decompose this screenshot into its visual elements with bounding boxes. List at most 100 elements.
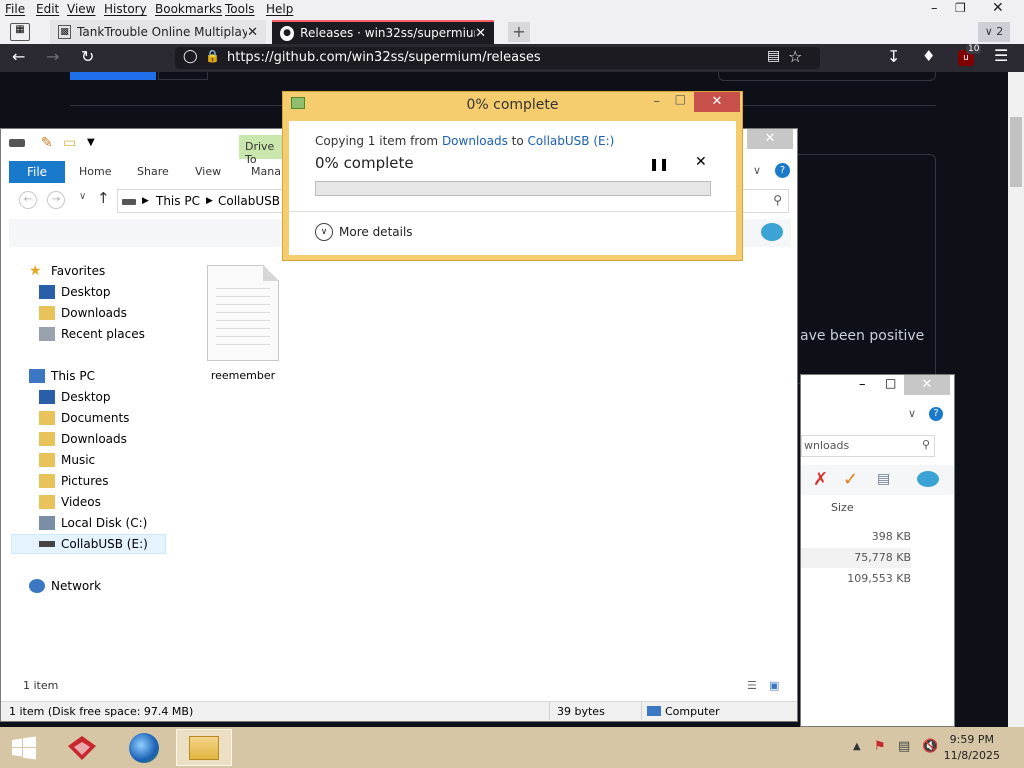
menu-bookmarks[interactable]: Bookmarks (155, 2, 222, 16)
minimize-icon[interactable]: – (654, 94, 661, 109)
close-button[interactable]: ✕ (694, 92, 740, 112)
nav-collabusb[interactable]: CollabUSB (E:) (11, 534, 166, 554)
nav-this-pc[interactable]: This PC (29, 366, 189, 386)
more-details-button[interactable]: ∨ More details (315, 223, 413, 241)
new-folder-icon[interactable]: ▭ (63, 135, 76, 151)
chevron-down-icon[interactable]: ∨ (908, 407, 916, 420)
shell-icon[interactable] (917, 471, 939, 487)
nav-music[interactable]: Music (39, 450, 199, 470)
properties-icon[interactable]: ✎ (41, 135, 53, 151)
list-item[interactable]: 398 KB (801, 527, 911, 547)
taskbar-file-explorer[interactable] (176, 729, 232, 766)
menu-history[interactable]: History (104, 2, 147, 16)
nav-downloads-pc[interactable]: Downloads (39, 429, 199, 449)
breadcrumb-collabusb[interactable]: CollabUSB ( (218, 194, 289, 208)
chevron-down-icon[interactable]: ∨ (753, 164, 761, 177)
help-icon[interactable]: ? (929, 407, 943, 421)
menu-help[interactable]: Help (266, 2, 293, 16)
nav-desktop[interactable]: Desktop (39, 282, 199, 302)
cancel-icon[interactable]: ✕ (695, 154, 707, 170)
app-menu-icon[interactable]: ☰ (994, 46, 1008, 65)
menu-file[interactable]: File (5, 2, 25, 16)
scrollbar-thumb[interactable] (1010, 117, 1022, 187)
quick-access-dropdown-icon[interactable]: ▼ (87, 137, 95, 148)
url-text[interactable]: https://github.com/win32ss/supermium/rel… (227, 50, 541, 65)
tab-share[interactable]: Share (137, 165, 169, 178)
nav-local-disk[interactable]: Local Disk (C:) (39, 513, 199, 533)
nav-desktop-pc[interactable]: Desktop (39, 387, 199, 407)
nav-network[interactable]: Network (29, 576, 189, 596)
tab-file[interactable]: File (9, 161, 65, 183)
lock-icon[interactable]: 🔒 (205, 49, 220, 63)
maximize-icon[interactable]: □ (885, 376, 896, 390)
checkmark-icon[interactable]: ✓ (843, 469, 858, 490)
help-icon[interactable]: ? (775, 163, 790, 178)
clock[interactable]: 9:59 PM 11/8/2025 (944, 732, 1000, 764)
large-icons-view-icon[interactable]: ▣ (769, 679, 779, 692)
list-item[interactable]: 109,553 KB (801, 569, 911, 589)
tracking-protection-icon[interactable]: ◯ (183, 49, 198, 64)
back-icon[interactable]: ← (19, 191, 37, 209)
show-hidden-icons-icon[interactable]: ▲ (853, 741, 861, 752)
extensions-icon[interactable]: ♦ (922, 47, 935, 65)
nav-documents[interactable]: Documents (39, 408, 199, 428)
window-close-icon[interactable]: ✕ (992, 0, 1004, 16)
new-tab-icon[interactable]: + (508, 22, 530, 42)
restore-icon[interactable]: ❐ (955, 1, 966, 15)
reload-icon[interactable]: ↻ (81, 47, 94, 66)
page-button-fragment[interactable] (158, 72, 208, 80)
up-arrow-icon[interactable]: ↑ (97, 189, 110, 207)
tab-close-icon[interactable]: ✕ (475, 26, 486, 41)
nav-recent-places[interactable]: Recent places (39, 324, 199, 344)
delete-icon[interactable]: ✗ (813, 469, 828, 490)
page-scrollbar[interactable] (1008, 72, 1024, 727)
reader-view-icon[interactable]: ▤ (767, 48, 780, 64)
tab-home[interactable]: Home (79, 165, 111, 178)
nav-pictures[interactable]: Pictures (39, 471, 199, 491)
minimize-icon[interactable]: – (859, 377, 866, 392)
start-button[interactable] (0, 729, 48, 766)
forward-icon[interactable]: → (47, 191, 65, 209)
tab-view[interactable]: View (195, 165, 221, 178)
page-button-fragment[interactable] (70, 72, 156, 80)
downloads-icon[interactable]: ↧ (887, 47, 900, 66)
volume-muted-icon[interactable]: 🔇 (922, 739, 938, 754)
menu-tools[interactable]: Tools (225, 2, 255, 16)
file-item[interactable]: reemember (197, 265, 289, 389)
taskbar-tanktrouble[interactable] (54, 729, 110, 766)
details-view-icon[interactable]: ☰ (747, 679, 757, 692)
tab-close-icon[interactable]: ✕ (247, 25, 258, 40)
close-button[interactable]: ✕ (747, 129, 793, 149)
menu-view[interactable]: View (67, 2, 95, 16)
bookmark-star-icon[interactable]: ☆ (788, 47, 802, 66)
tab-supermium-releases[interactable]: ● Releases · win32ss/supermium ✕ (272, 20, 494, 44)
tab-manage[interactable]: Mana (251, 165, 281, 178)
network-status-icon[interactable]: ▤ (898, 739, 910, 754)
search-icon[interactable]: ⚲ (922, 438, 930, 451)
taskbar-browser[interactable] (116, 729, 172, 766)
tab-tanktrouble[interactable]: ▩ TankTrouble Online Multiplayer ✕ (50, 20, 266, 44)
close-button[interactable]: ✕ (904, 375, 950, 395)
breadcrumb-this-pc[interactable]: This PC (156, 194, 200, 208)
minimize-icon[interactable]: – (931, 1, 938, 16)
list-all-tabs-button[interactable]: ∨ 2 (978, 22, 1010, 42)
list-item[interactable]: 75,778 KB (801, 548, 911, 568)
column-header-size[interactable]: Size (831, 501, 854, 514)
nav-videos[interactable]: Videos (39, 492, 199, 512)
properties-icon[interactable]: ▤ (877, 471, 890, 487)
pause-icon[interactable]: ❚❚ (649, 157, 669, 171)
forward-icon[interactable]: → (46, 47, 59, 66)
firefox-view-icon[interactable]: ▦ (10, 23, 30, 41)
back-icon[interactable]: ← (12, 47, 25, 66)
breadcrumb-separator-icon[interactable]: ▶ (206, 196, 213, 206)
shell-icon[interactable] (761, 223, 783, 241)
action-center-icon[interactable]: ⚑ (874, 739, 886, 754)
page-search-fragment[interactable] (718, 72, 936, 81)
maximize-icon[interactable]: □ (675, 92, 686, 106)
recent-locations-icon[interactable]: ∨ (79, 191, 86, 202)
breadcrumb-separator-icon[interactable]: ▶ (142, 196, 149, 206)
menu-edit[interactable]: Edit (36, 2, 59, 16)
nav-favorites[interactable]: ★ Favorites (29, 261, 189, 281)
search-icon[interactable]: ⚲ (773, 193, 782, 207)
url-bar[interactable]: ◯ 🔒 https://github.com/win32ss/supermium… (175, 47, 820, 69)
